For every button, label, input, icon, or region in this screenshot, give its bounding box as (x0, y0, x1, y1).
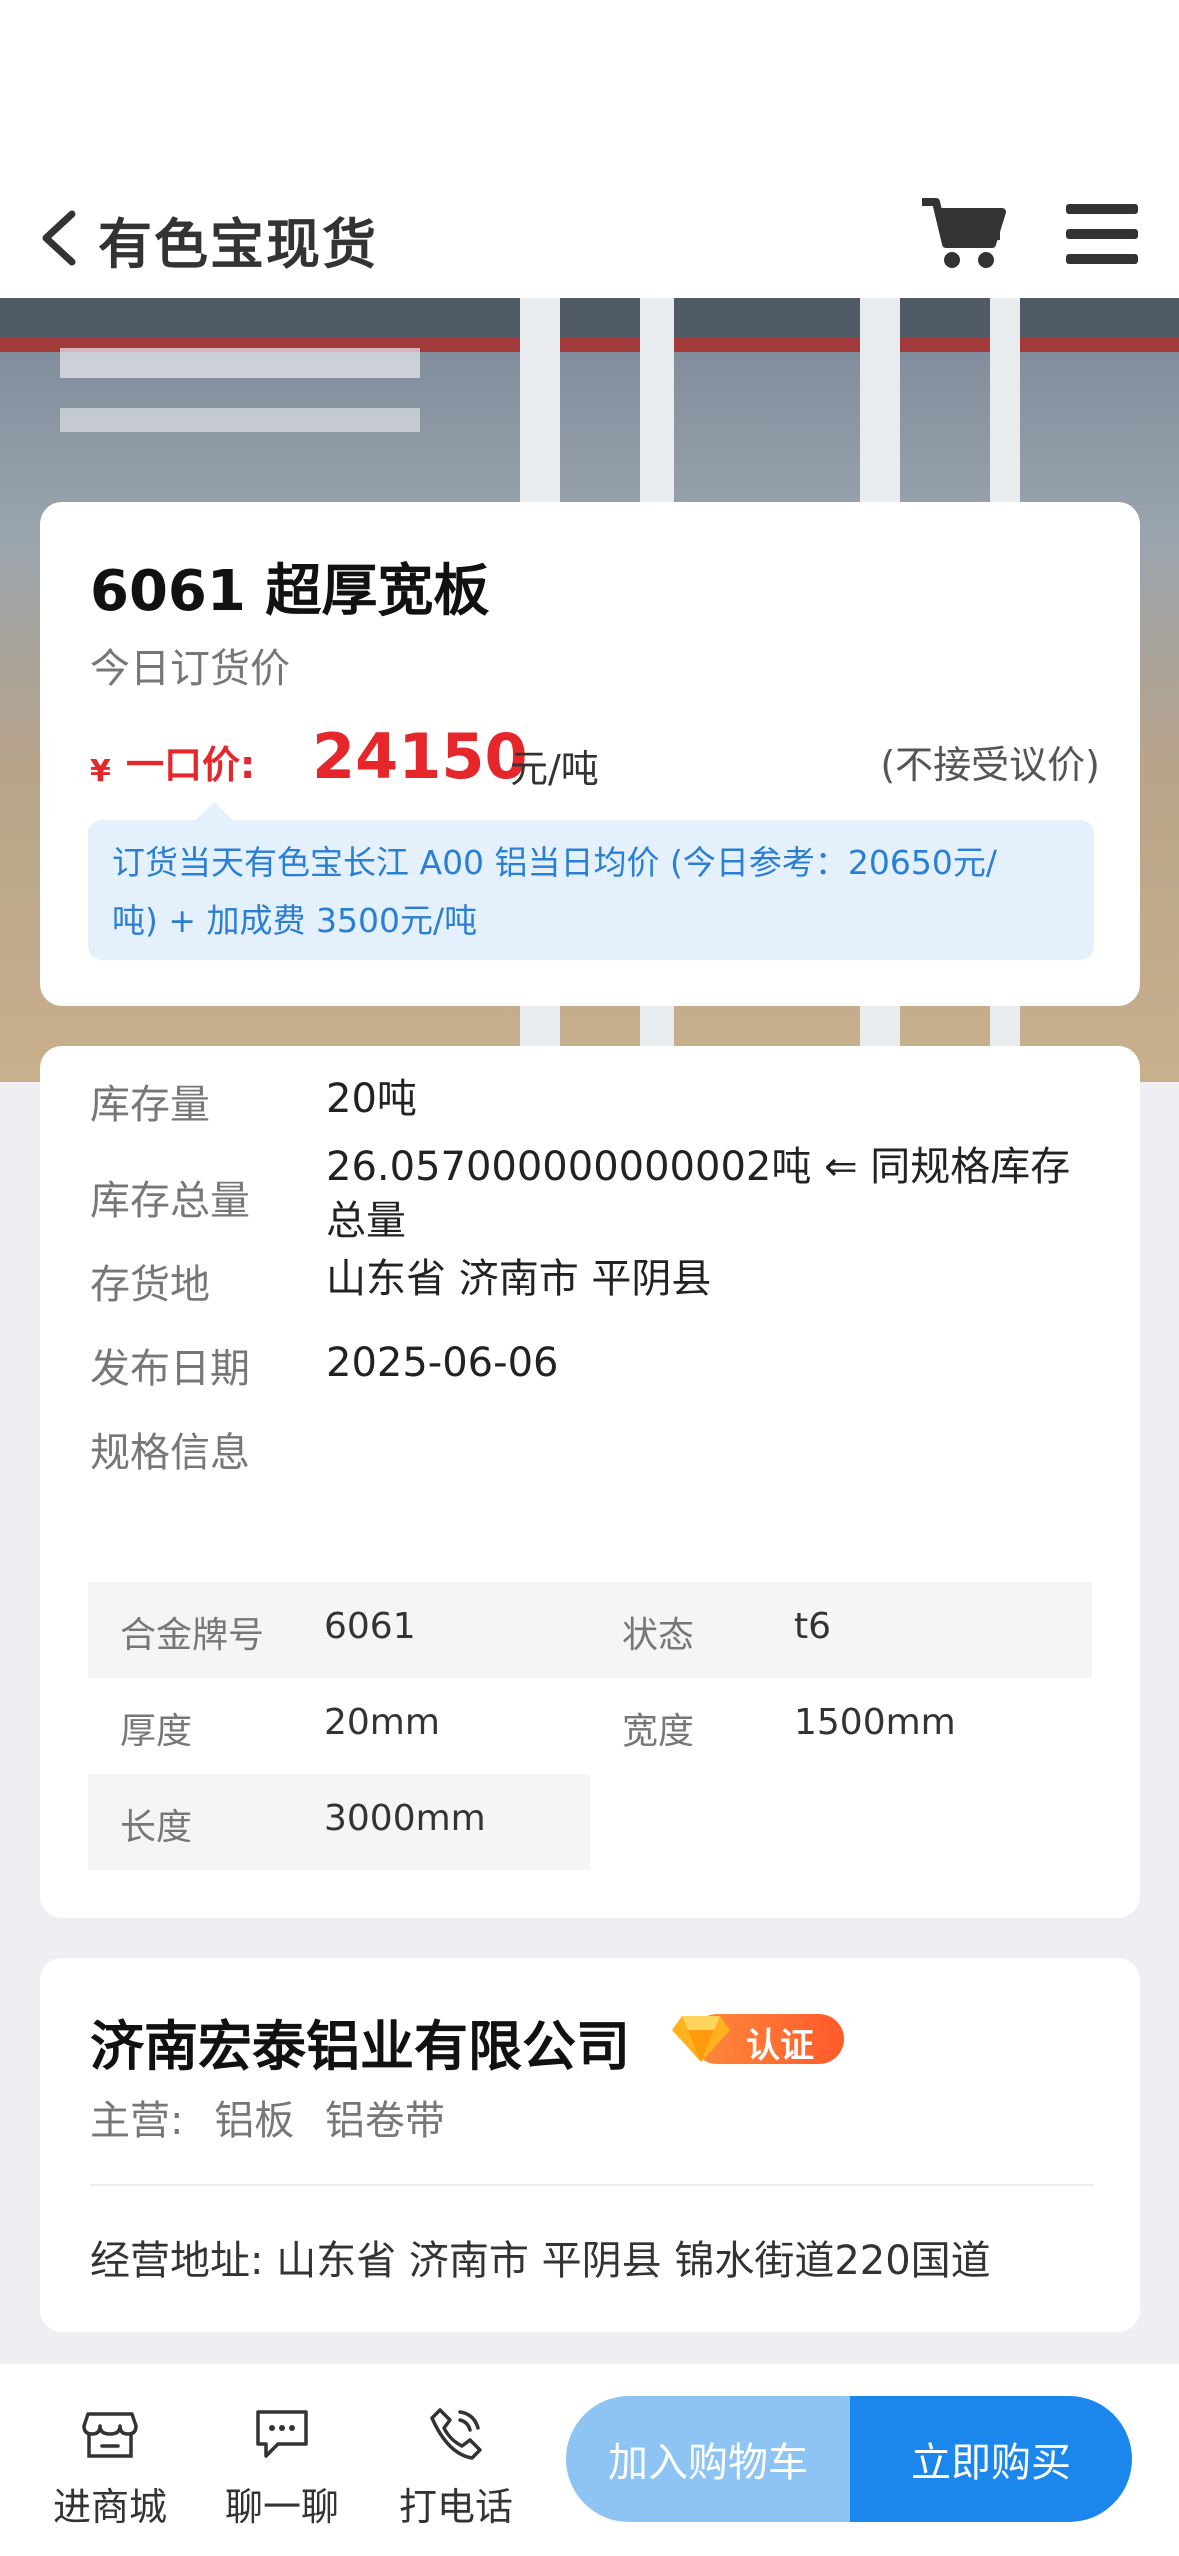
company-card[interactable]: 济南宏泰铝业有限公司 认证 主营: 铝板 铝卷带 经营地址: 山东省 济南市 平… (40, 1958, 1140, 2332)
store-icon (82, 2412, 138, 2458)
spec-key: 厚度 (120, 1711, 193, 1752)
main-business-item: 铝板 (214, 2098, 295, 2144)
spec-value: 3000mm (324, 1798, 486, 1839)
buy-now-button[interactable]: 立即购买 (850, 2396, 1132, 2522)
spec-row: 长度 3000mm (88, 1774, 1092, 1870)
date-label: 发布日期 (90, 1346, 250, 1392)
spec-key: 宽度 (622, 1711, 695, 1752)
spec-cell: 宽度 1500mm (590, 1678, 1092, 1774)
chat-label: 聊一聊 (224, 2485, 339, 2529)
store-button[interactable]: 进商城 (40, 2404, 180, 2531)
price-caption: 今日订货价 (90, 646, 290, 692)
spec-value: 1500mm (794, 1702, 956, 1743)
certified-badge: 认证 (670, 2010, 844, 2066)
main-business-item: 铝卷带 (324, 2098, 445, 2144)
cert-label: 认证 (746, 2026, 814, 2066)
price-value: 24150 (312, 720, 528, 793)
spec-key: 状态 (622, 1615, 695, 1656)
product-info-card: 库存量 20吨 库存总量 26.057000000000002吨 ⇐ 同规格库存… (40, 1046, 1140, 1918)
page-title: 有色宝现货 (98, 213, 378, 276)
company-name[interactable]: 济南宏泰铝业有限公司 (90, 2002, 630, 2081)
divider (90, 2184, 1094, 2186)
spec-row: 合金牌号 6061 状态 t6 (88, 1582, 1092, 1678)
location-label: 存货地 (90, 1262, 210, 1308)
spec-cell: 长度 3000mm (88, 1774, 590, 1870)
total-stock-row: 库存总量 26.057000000000002吨 ⇐ 同规格库存总量 (90, 1140, 1100, 1248)
back-arrow-icon[interactable] (38, 208, 82, 268)
date-value: 2025-06-06 (326, 1340, 559, 1386)
diamond-icon (672, 2016, 730, 2062)
phone-icon (430, 2408, 482, 2460)
price-row: ¥ 一口价: 24150 元/吨 (不接受议价) (90, 720, 1100, 794)
nav-header: 有色宝现货 (0, 180, 1179, 298)
spec-value: 20mm (324, 1702, 440, 1743)
total-stock-value: 26.057000000000002吨 ⇐ 同规格库存总量 (326, 1144, 1071, 1244)
store-label: 进商城 (52, 2485, 167, 2529)
product-title: 6061 超厚宽板 (90, 559, 490, 624)
spec-table: 合金牌号 6061 状态 t6 厚度 20mm 宽度 1500mm 长度 300… (88, 1582, 1092, 1870)
price-unit: 元/吨 (510, 747, 599, 791)
currency-symbol: ¥ (90, 754, 111, 789)
add-to-cart-button[interactable]: 加入购物车 (566, 2396, 850, 2522)
chat-icon (256, 2410, 308, 2458)
spec-value: t6 (794, 1606, 832, 1647)
stock-value: 20吨 (326, 1076, 417, 1122)
main-business-prefix: 主营: (90, 2098, 184, 2144)
spec-cell: 状态 t6 (590, 1582, 1092, 1678)
call-button[interactable]: 打电话 (386, 2404, 526, 2531)
price-card: 6061 超厚宽板 今日订货价 ¥ 一口价: 24150 元/吨 (不接受议价)… (40, 502, 1140, 1006)
price-label: 一口价: (126, 743, 256, 787)
formula-line-2: 吨) + 加成费 3500元/吨 (112, 901, 478, 940)
price-formula-box: 订货当天有色宝长江 A00 铝当日均价 (今日参考：20650元/ 吨) + 加… (88, 802, 1094, 960)
spec-cell: 厚度 20mm (88, 1678, 590, 1774)
spec-row: 厚度 20mm 宽度 1500mm (88, 1678, 1092, 1774)
spec-key: 合金牌号 (120, 1615, 265, 1656)
main-business: 主营: 铝板 铝卷带 (90, 2088, 463, 2146)
menu-icon[interactable] (1066, 202, 1138, 266)
negotiation-note: (不接受议价) (880, 743, 1100, 787)
call-label: 打电话 (398, 2485, 513, 2529)
formula-line-1: 订货当天有色宝长江 A00 铝当日均价 (今日参考：20650元/ (112, 843, 998, 882)
cart-icon[interactable] (920, 194, 1006, 274)
spec-cell: 合金牌号 6061 (88, 1582, 590, 1678)
status-bar (0, 0, 1179, 180)
location-value: 山东省 济南市 平阴县 (326, 1256, 712, 1302)
company-address: 经营地址: 山东省 济南市 平阴县 锦水街道220国道 (90, 2238, 991, 2284)
chat-button[interactable]: 聊一聊 (212, 2404, 352, 2531)
bottom-action-bar: 进商城 聊一聊 打电话 加入购物车 立即购买 (0, 2364, 1179, 2556)
spec-key: 长度 (120, 1807, 193, 1848)
total-stock-label: 库存总量 (90, 1178, 250, 1224)
stock-label: 库存量 (90, 1082, 210, 1128)
spec-value: 6061 (324, 1606, 416, 1647)
spec-heading: 规格信息 (90, 1430, 250, 1476)
